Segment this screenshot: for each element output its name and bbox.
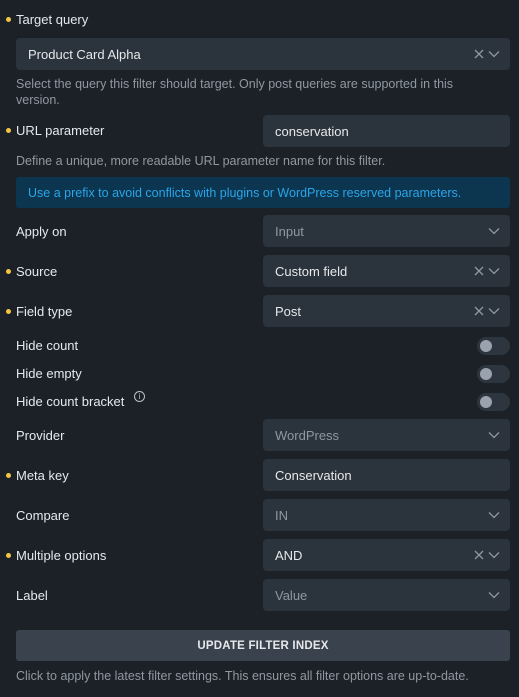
field-type-label: Field type [16,304,73,319]
url-parameter-input[interactable]: conservation [263,115,510,147]
url-parameter-value: conservation [275,123,349,139]
multiple-options-value: AND [275,547,303,563]
hide-count-bracket-label: Hide count bracket [16,394,125,409]
toggle-knob [480,340,492,352]
label-field-label: Label [16,588,48,603]
required-indicator [6,128,11,133]
source-label: Source [16,264,58,279]
info-icon[interactable]: i [134,391,145,402]
apply-on-placeholder: Input [275,223,304,239]
chevron-down-icon [488,51,500,58]
field-type-select[interactable]: Post [263,295,510,327]
hide-count-toggle[interactable] [477,337,510,355]
label-placeholder: Value [275,587,308,603]
provider-select[interactable]: WordPress [263,419,510,451]
url-parameter-help: Define a unique, more readable URL param… [16,154,386,168]
required-indicator [6,17,11,22]
apply-on-label: Apply on [16,224,67,239]
compare-select[interactable]: IN [263,499,510,531]
multiple-options-select[interactable]: AND [263,539,510,571]
chevron-down-icon [488,308,500,315]
toggle-knob [480,368,492,380]
meta-key-input[interactable]: Conservation [263,459,510,491]
compare-label: Compare [16,508,70,523]
meta-key-label: Meta key [16,468,69,483]
label-select[interactable]: Value [263,579,510,611]
field-type-value: Post [275,303,302,319]
provider-label: Provider [16,428,65,443]
required-indicator [6,553,11,558]
clear-icon[interactable] [474,266,484,276]
clear-icon[interactable] [474,306,484,316]
required-indicator [6,269,11,274]
required-indicator [6,473,11,478]
required-indicator [6,309,11,314]
update-filter-index-button[interactable]: UPDATE FILTER INDEX [16,630,510,661]
update-filter-index-help: Click to apply the latest filter setting… [16,669,469,683]
chevron-down-icon [488,432,500,439]
target-query-help: Select the query this filter should targ… [16,77,454,107]
source-value: Custom field [275,263,348,279]
toggle-knob [480,396,492,408]
meta-key-value: Conservation [275,467,352,483]
chevron-down-icon [488,592,500,599]
hide-count-label: Hide count [16,338,79,353]
chevron-down-icon [488,512,500,519]
chevron-down-icon [488,228,500,235]
clear-icon[interactable] [474,550,484,560]
chevron-down-icon [488,268,500,275]
multiple-options-label: Multiple options [16,548,107,563]
clear-icon[interactable] [474,49,484,59]
target-query-label: Target query [16,12,89,27]
provider-placeholder: WordPress [275,427,340,443]
target-query-value: Product Card Alpha [28,46,141,62]
apply-on-select[interactable]: Input [263,215,510,247]
hide-count-bracket-toggle[interactable] [477,393,510,411]
source-select[interactable]: Custom field [263,255,510,287]
chevron-down-icon [488,552,500,559]
target-query-select[interactable]: Product Card Alpha [16,38,510,70]
url-parameter-label: URL parameter [16,123,105,138]
hide-empty-toggle[interactable] [477,365,510,383]
url-parameter-notice: Use a prefix to avoid conflicts with plu… [16,177,510,208]
compare-placeholder: IN [275,507,288,523]
hide-empty-label: Hide empty [16,366,82,381]
